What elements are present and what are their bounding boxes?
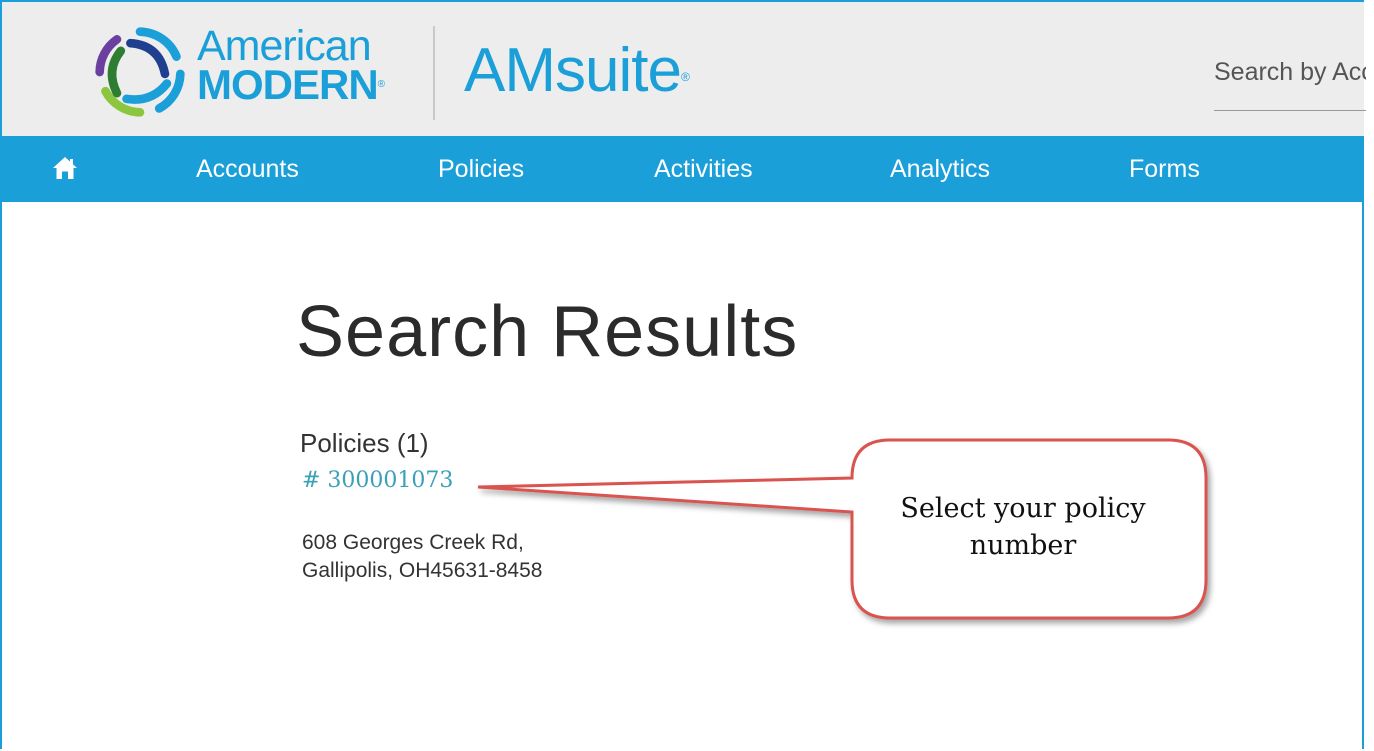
- nav-policies[interactable]: Policies: [438, 136, 524, 202]
- brand-wordmark: American MODERN®: [197, 22, 385, 106]
- american-modern-logo-icon: [95, 27, 185, 117]
- brand-registered-mark: ®: [377, 79, 385, 90]
- brand-line2: MODERN: [197, 61, 379, 108]
- brand-line1: American: [197, 22, 372, 70]
- home-icon[interactable]: [52, 156, 78, 180]
- header-divider: [433, 26, 435, 120]
- page-title: Search Results: [296, 292, 799, 372]
- callout-text: Select your policy number: [900, 493, 1146, 561]
- app-name: AMsuite®: [464, 36, 690, 106]
- search-box[interactable]: [1214, 50, 1366, 111]
- search-input[interactable]: [1214, 50, 1366, 94]
- header: American MODERN® AMsuite®: [2, 2, 1366, 136]
- nav-forms[interactable]: Forms: [1129, 136, 1200, 202]
- address-line2: Gallipolis, OH45631-8458: [302, 559, 543, 582]
- app-registered-mark: ®: [680, 70, 690, 84]
- policies-heading: Policies (1): [300, 428, 429, 458]
- policy-number-link[interactable]: # 300001073: [302, 468, 453, 493]
- main-nav: Accounts Policies Activities Analytics F…: [2, 136, 1364, 202]
- policy-address: 608 Georges Creek Rd, Gallipolis, OH4563…: [302, 529, 542, 585]
- nav-analytics[interactable]: Analytics: [890, 136, 990, 202]
- nav-accounts[interactable]: Accounts: [196, 136, 299, 202]
- nav-activities[interactable]: Activities: [654, 136, 753, 202]
- app-name-text: AMsuite: [464, 36, 682, 105]
- address-line1: 608 Georges Creek Rd,: [302, 531, 524, 554]
